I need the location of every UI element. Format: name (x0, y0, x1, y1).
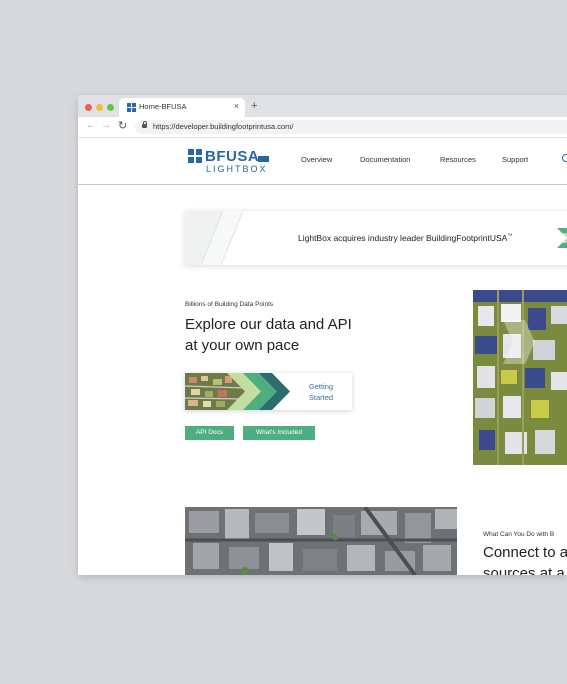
nav-support[interactable]: Support (502, 155, 528, 164)
bfusa-logo[interactable]: BFUSA LIGHTBOX (188, 147, 272, 175)
nav-documentation[interactable]: Documentation (360, 155, 410, 164)
reload-icon[interactable]: ↻ (118, 119, 127, 132)
site-favicon-icon (127, 103, 136, 112)
tab-strip: Home-BFUSA × + (78, 95, 567, 117)
aerial-city-photo (185, 507, 457, 575)
site-header: BFUSA LIGHTBOX Overview Documentation Re… (78, 138, 567, 185)
tab-close-icon[interactable]: × (234, 101, 239, 111)
new-tab-button[interactable]: + (251, 100, 257, 112)
whats-included-button[interactable]: What's Included (243, 426, 315, 440)
browser-tab[interactable]: Home-BFUSA × (119, 98, 245, 117)
banner-text: LightBox acquires industry leader Buildi… (298, 233, 513, 243)
maximize-window-button[interactable] (107, 104, 114, 111)
getting-started-card[interactable]: Getting Started (185, 373, 352, 410)
logo-subtext: LIGHTBOX (206, 164, 268, 174)
logo-grid-icon (188, 149, 202, 163)
logo-badge (258, 156, 269, 162)
logo-wordmark: BFUSA (205, 148, 260, 165)
lock-icon (142, 121, 147, 128)
banner-arrow-icon (557, 228, 567, 248)
section2-eyebrow: What Can You Do with B (483, 531, 555, 538)
aerial-map-thumbnail (185, 373, 290, 410)
aerial-houses-photo (473, 290, 567, 465)
close-window-button[interactable] (85, 104, 92, 111)
back-arrow-icon[interactable]: ← (86, 120, 96, 131)
browser-toolbar: ← → ↻ https://developer.buildingfootprin… (78, 117, 567, 138)
getting-started-label: Getting Started (308, 382, 334, 402)
banner-decoration-icon (185, 211, 244, 265)
forward-arrow-icon[interactable]: → (101, 120, 111, 131)
nav-overview[interactable]: Overview (301, 155, 332, 164)
url-text: https://developer.buildingfootprintusa.c… (153, 122, 294, 131)
api-docs-button[interactable]: API Docs (185, 426, 234, 440)
tab-title: Home-BFUSA (139, 102, 187, 111)
minimize-window-button[interactable] (96, 104, 103, 111)
address-bar[interactable]: https://developer.buildingfootprintusa.c… (135, 120, 567, 134)
search-icon[interactable] (562, 154, 567, 162)
browser-window: Home-BFUSA × + ← → ↻ https://developer.b… (78, 95, 567, 575)
hero-heading: Explore our data and API at your own pac… (185, 316, 352, 354)
announcement-banner[interactable]: LightBox acquires industry leader Buildi… (185, 211, 567, 265)
section2-heading: Connect to a sources at a (483, 544, 567, 575)
hero-eyebrow: Billions of Building Data Points (185, 301, 274, 308)
nav-resources[interactable]: Resources (440, 155, 476, 164)
